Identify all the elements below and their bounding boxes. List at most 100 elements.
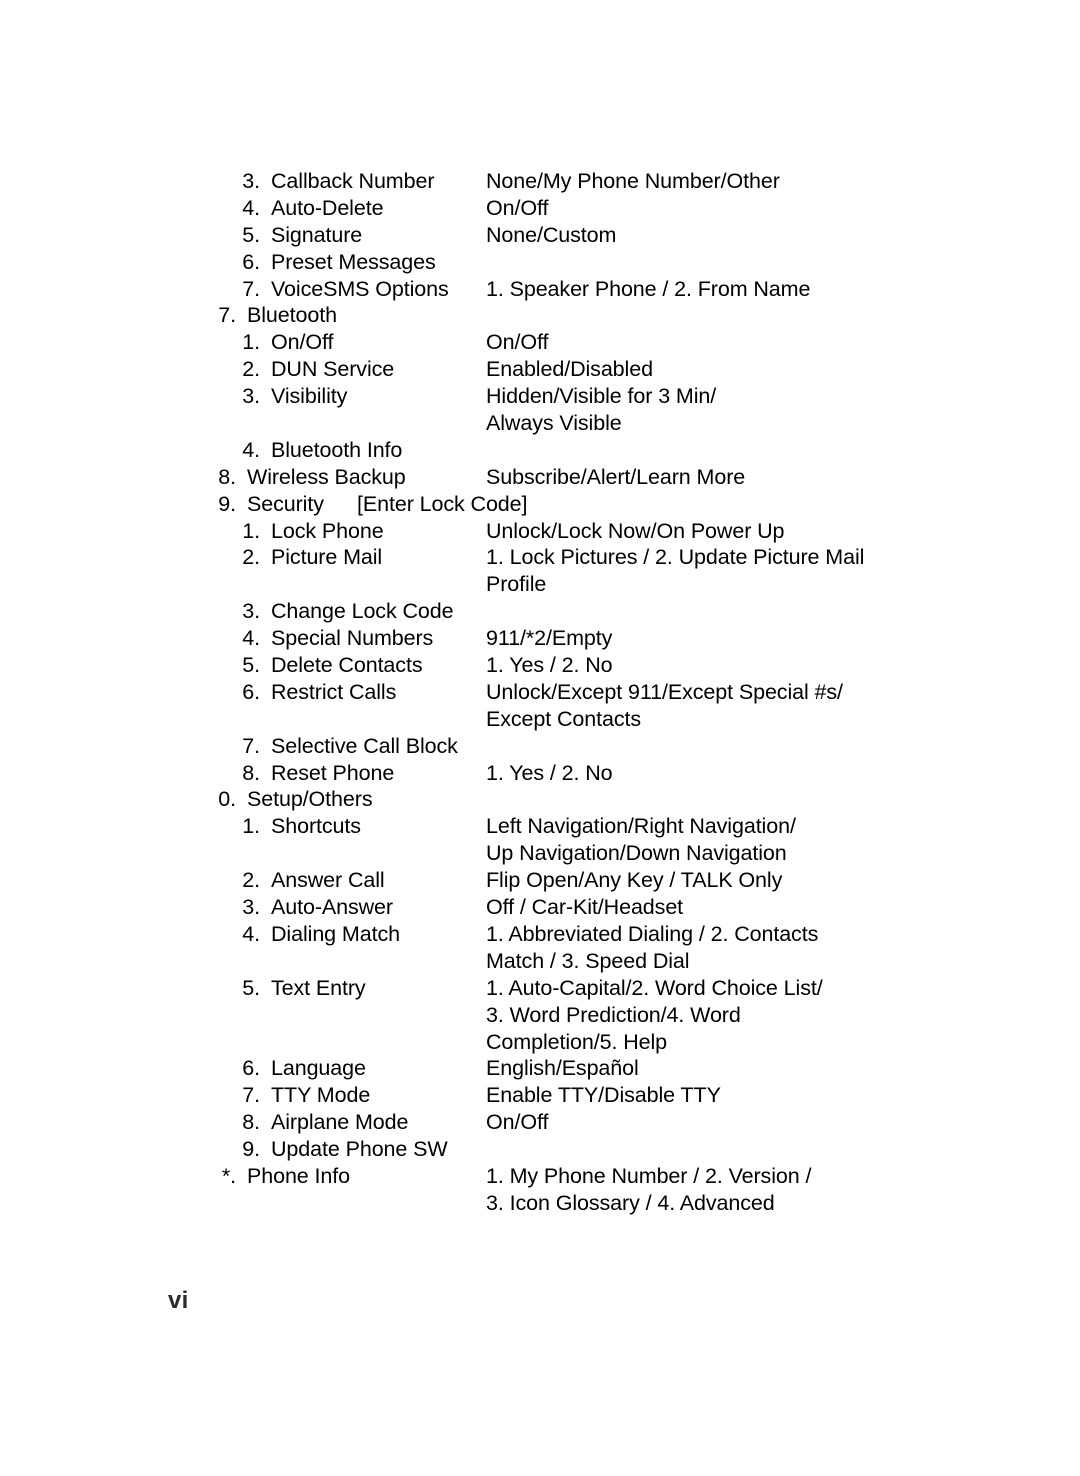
toc-row: 7. TTY Mode Enable TTY/Disable TTY — [0, 1082, 1080, 1109]
toc-row-value: Left Navigation/Right Navigation/ — [486, 814, 796, 839]
toc-row: 9. Update Phone SW — [0, 1136, 1080, 1163]
toc-row: Up Navigation/Down Navigation — [0, 840, 1080, 867]
toc-row-marker: 4. — [242, 921, 260, 946]
toc-row-value: 1. Auto-Capital/2. Word Choice List/ — [486, 975, 823, 1000]
toc-row-marker: *. — [221, 1163, 236, 1188]
toc-row-label: Text Entry — [271, 975, 366, 1000]
toc-row-value: Unlock/Except 911/Except Special #s/ — [486, 679, 843, 704]
toc-row: 3. Callback Number None/My Phone Number/Ot… — [0, 168, 1080, 195]
toc-row: 4. Bluetooth Info — [0, 437, 1080, 464]
toc-row-marker: 7. — [242, 733, 260, 758]
toc-row: 3. Change Lock Code — [0, 598, 1080, 625]
toc-row-marker: 1. — [242, 814, 260, 839]
toc-row-value: None/My Phone Number/Other — [486, 169, 780, 193]
toc-row: 3. Word Prediction/4. Word — [0, 1002, 1080, 1029]
toc-row: 4. Dialing Match 1. Abbreviated Dialing / … — [0, 921, 1080, 948]
toc-row: 5. Delete Contacts 1. Yes / 2. No — [0, 652, 1080, 679]
toc-row-label: Picture Mail — [271, 545, 383, 570]
toc-row-label: Bluetooth — [247, 303, 337, 328]
toc-row-value: Hidden/Visible for 3 Min/ — [486, 384, 717, 409]
toc-row-marker: 3. — [242, 895, 260, 920]
toc-row-marker: 6. — [242, 679, 260, 704]
toc-row: Match / 3. Speed Dial — [0, 948, 1080, 975]
toc-row-label: Auto-Answer — [271, 895, 393, 920]
toc-row-marker: 2. — [242, 545, 260, 570]
toc-row: 7. Bluetooth — [0, 302, 1080, 329]
toc-row-label: Selective Call Block — [271, 733, 458, 758]
toc-row-label: Visibility — [271, 384, 348, 409]
toc-row-label: Airplane Mode — [271, 1110, 409, 1135]
toc-row: 8. Airplane Mode On/Off — [0, 1109, 1080, 1136]
toc-row-marker: 3. — [242, 169, 260, 193]
toc-row-label: On/Off — [271, 330, 334, 355]
toc-row-label: Shortcuts — [271, 814, 361, 839]
toc-row-label: Delete Contacts — [271, 653, 423, 678]
toc-row-label: Lock Phone — [271, 518, 384, 543]
toc-row-value: 3. Word Prediction/4. Word — [486, 1002, 741, 1027]
toc-row-label: Signature — [271, 222, 363, 247]
toc-row-label: Update Phone SW — [271, 1137, 448, 1162]
toc-row-value: Profile — [486, 572, 547, 597]
toc-row: 8. Wireless Backup Subscribe/Alert/Learn M… — [0, 464, 1080, 491]
toc-row-value: Up Navigation/Down Navigation — [486, 841, 787, 866]
toc-row-label: Setup/Others — [247, 787, 373, 812]
toc-row-label: Wireless Backup — [247, 464, 406, 489]
toc-row-value: Off / Car-Kit/Headset — [486, 895, 684, 920]
toc-row-marker: 4. — [242, 195, 260, 220]
toc-row: 2. Picture Mail 1. Lock Pictures / 2. Upda… — [0, 544, 1080, 571]
toc-row: 7. Selective Call Block — [0, 733, 1080, 760]
toc-row-marker: 5. — [242, 975, 260, 1000]
toc-row-value: 1. Abbreviated Dialing / 2. Contacts — [486, 921, 819, 946]
toc-row: 7. VoiceSMS Options 1. Speaker Phone / 2. … — [0, 276, 1080, 303]
toc-row: 6. Preset Messages — [0, 249, 1080, 276]
toc-row-marker: 1. — [242, 518, 260, 543]
toc-row: Always Visible — [0, 410, 1080, 437]
toc-row: 0. Setup/Others — [0, 786, 1080, 813]
toc-row-value: 1. Speaker Phone / 2. From Name — [486, 276, 811, 301]
toc-row-marker: 9. — [242, 1137, 260, 1162]
toc-row: 6. Language English/Español — [0, 1055, 1080, 1082]
toc-row-label: Answer Call — [271, 868, 385, 893]
toc-row: 3. Auto-Answer Off / Car-Kit/Headset — [0, 894, 1080, 921]
toc-row-marker: 8. — [242, 1110, 260, 1135]
toc-row-marker: 8. — [218, 464, 236, 489]
toc-row-value: Always Visible — [486, 411, 622, 436]
toc-row-marker: 8. — [242, 760, 260, 785]
toc-row-marker: 7. — [242, 276, 260, 301]
toc-row-value: On/Off — [486, 330, 549, 355]
toc-row-label: Dialing Match — [271, 921, 400, 946]
toc-row: 6. Restrict Calls Unlock/Except 911/Except… — [0, 679, 1080, 706]
toc-row-label: Callback Number — [271, 169, 435, 193]
toc-row-value: Flip Open/Any Key / TALK Only — [486, 868, 783, 893]
toc-row-value: English/Español — [486, 1056, 639, 1081]
toc-row-marker: 6. — [242, 249, 260, 274]
toc-row-label: Change Lock Code — [271, 599, 454, 624]
toc-row-value: None/Custom — [486, 222, 617, 247]
toc-row-marker: 1. — [242, 330, 260, 355]
toc-row-label: Security — [247, 491, 324, 516]
toc-row-value: [Enter Lock Code] — [357, 491, 528, 516]
toc-row: 1. Shortcuts Left Navigation/Right Navigat… — [0, 813, 1080, 840]
toc-row: 4. Special Numbers 911/*2/Empty — [0, 625, 1080, 652]
toc-row-value: Match / 3. Speed Dial — [486, 948, 690, 973]
toc-row-label: Preset Messages — [271, 249, 436, 274]
toc-row-value: 1. Yes / 2. No — [486, 760, 613, 785]
toc-row-value: Enable TTY/Disable TTY — [486, 1083, 721, 1108]
toc-row-label: DUN Service — [271, 357, 395, 382]
toc-row-label: Language — [271, 1056, 366, 1081]
toc-row: 4. Auto-Delete On/Off — [0, 195, 1080, 222]
toc-row-label: TTY Mode — [271, 1083, 371, 1108]
toc-row-marker: 2. — [242, 357, 260, 382]
toc-row: Except Contacts — [0, 706, 1080, 733]
toc-row-label: Reset Phone — [271, 760, 395, 785]
toc-row-marker: 2. — [242, 868, 260, 893]
toc-row-value: On/Off — [486, 1110, 549, 1135]
toc-row-value: On/Off — [486, 195, 549, 220]
toc-row: 9. Security [Enter Lock Code] — [0, 491, 1080, 518]
document-page: 3. Callback Number None/My Phone Number/Ot… — [0, 0, 1080, 1476]
toc-row: 1. On/Off On/Off — [0, 329, 1080, 356]
toc-row-marker: 0. — [218, 787, 236, 812]
toc-row-marker: 5. — [242, 653, 260, 678]
toc-row: 8. Reset Phone 1. Yes / 2. No — [0, 760, 1080, 787]
toc-row-value: Enabled/Disabled — [486, 357, 653, 382]
